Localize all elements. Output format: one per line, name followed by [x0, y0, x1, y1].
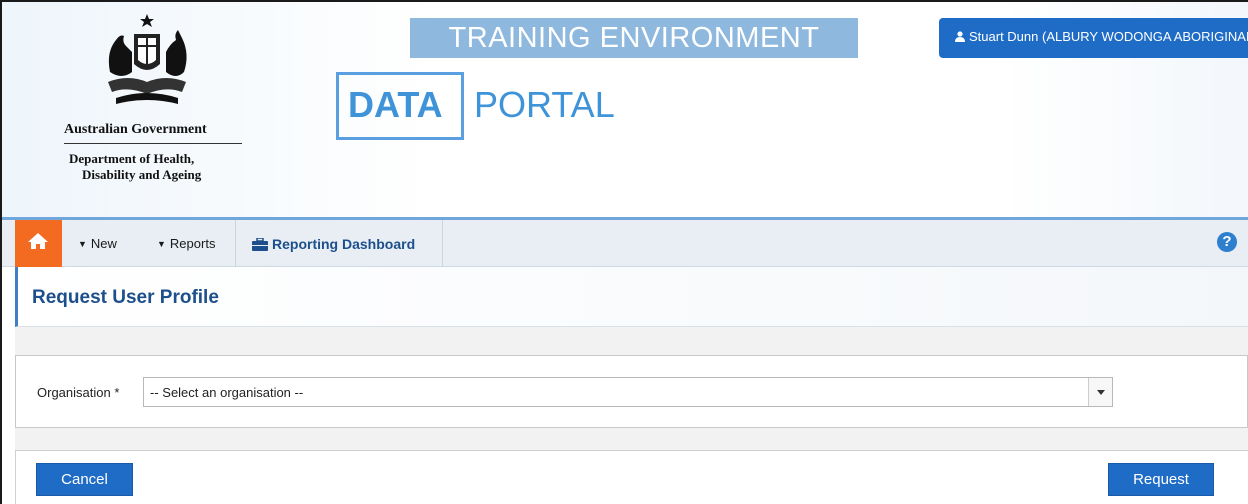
page-title-bar: Request User Profile [15, 267, 1248, 327]
nav-divider [442, 220, 443, 267]
app-window: Australian Government Department of Heal… [0, 0, 1248, 504]
caret-down-icon: ▼ [157, 239, 166, 249]
spacer [15, 428, 1248, 450]
home-button[interactable] [15, 220, 62, 267]
form-actions: Cancel Request [15, 450, 1248, 504]
nav-dashboard-label: Reporting Dashboard [272, 236, 416, 252]
organisation-select-value: -- Select an organisation -- [150, 385, 304, 400]
government-name: Australian Government [64, 122, 207, 137]
nav-reporting-dashboard[interactable]: Reporting Dashboard [252, 236, 415, 252]
main-nav: ▼ New ▼ Reports Reporting Dashboard ? [2, 217, 1248, 267]
home-icon [28, 233, 48, 249]
organisation-select[interactable]: -- Select an organisation -- [143, 377, 1113, 407]
caret-down-icon: ▼ [78, 239, 87, 249]
divider [64, 143, 242, 144]
cancel-button[interactable]: Cancel [36, 463, 133, 496]
organisation-dropdown-button[interactable] [1088, 378, 1112, 406]
coat-of-arms-logo [108, 14, 187, 104]
nav-divider [235, 220, 236, 267]
nav-reports-label: Reports [169, 236, 216, 251]
user-icon [955, 31, 965, 42]
nav-new-label: New [90, 236, 117, 251]
department-name-line1: Department of Health, [69, 151, 195, 166]
page-title: Request User Profile [32, 287, 219, 308]
portal-logo-portal: PORTAL [474, 84, 615, 125]
nav-new-menu[interactable]: ▼ New [78, 236, 117, 251]
department-name-line2: Disability and Ageing [82, 167, 202, 182]
chevron-down-icon [1097, 390, 1105, 395]
organisation-form-panel: Organisation * -- Select an organisation… [15, 355, 1248, 428]
training-environment-banner: TRAINING ENVIRONMENT [410, 18, 858, 58]
nav-reports-menu[interactable]: ▼ Reports [157, 236, 215, 251]
organisation-label: Organisation * [37, 385, 120, 400]
briefcase-icon [252, 237, 268, 251]
header: Australian Government Department of Heal… [2, 2, 1248, 217]
user-name: Stuart Dunn (ALBURY WODONGA ABORIGINAL H… [969, 29, 1248, 44]
portal-logo-data: DATA [348, 84, 443, 125]
spacer [15, 327, 1248, 355]
user-menu-button[interactable]: Stuart Dunn (ALBURY WODONGA ABORIGINAL H… [939, 18, 1248, 58]
request-button[interactable]: Request [1108, 463, 1214, 496]
help-icon[interactable]: ? [1217, 232, 1237, 252]
